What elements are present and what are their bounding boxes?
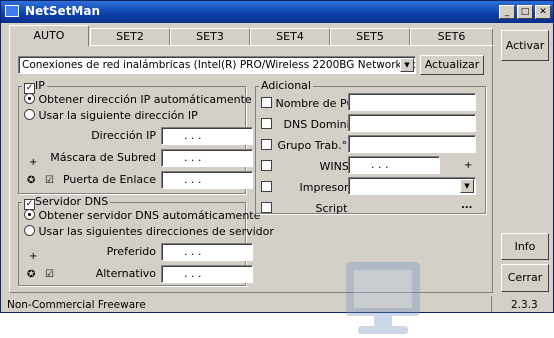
app-icon	[5, 5, 19, 17]
workgroup-input[interactable]	[348, 135, 476, 153]
dns-add-icon[interactable]: +	[29, 251, 37, 262]
chevron-down-icon[interactable]: ▼	[400, 58, 414, 72]
dns-legend-label: Servidor DNS	[35, 195, 109, 208]
script-label: Script	[315, 202, 348, 215]
dns-alternate-label: Alternativo	[95, 267, 156, 280]
gateway-input[interactable]: . . .	[161, 171, 253, 189]
printer-select[interactable]: ▼	[348, 177, 476, 195]
ip-legend: ✓ IP	[22, 79, 47, 94]
tab-set4[interactable]: SET4	[250, 28, 330, 45]
ip-manual-radio[interactable]	[24, 109, 35, 120]
tab-set5[interactable]: SET5	[330, 28, 410, 45]
pc-name-input[interactable]	[348, 93, 476, 111]
dns-preferred-dots: . . .	[184, 245, 202, 258]
workgroup-checkbox[interactable]	[261, 139, 272, 150]
gateway-dots: . . .	[184, 173, 202, 186]
dns-preferred-label: Preferido	[106, 245, 156, 258]
dns-manual-label: Usar las siguientes direcciones de servi…	[38, 225, 274, 238]
dns-manual-radio[interactable]	[24, 225, 35, 236]
title-bar[interactable]: NetSetMan _ □ ✕	[1, 1, 553, 23]
additional-group: Adicional Nombre de PC DNS Dominio Grupo…	[255, 79, 486, 215]
wins-option[interactable]: WINS	[261, 160, 349, 173]
dns-remove-icon[interactable]: ✪	[27, 269, 35, 280]
wins-checkbox[interactable]	[261, 160, 272, 171]
adapter-select[interactable]: Conexiones de red inalámbricas (Intel(R)…	[18, 56, 416, 74]
main-window: NetSetMan _ □ ✕ AUTO SET2 SET3 SET4 SET5…	[0, 0, 554, 334]
status-divider	[491, 296, 492, 312]
script-option[interactable]: Script	[261, 202, 347, 215]
subnet-mask-input[interactable]: . . .	[161, 149, 253, 167]
ip-auto-label: Obtener dirección IP automáticamente	[38, 93, 252, 106]
dns-domain-label: DNS Dominio	[283, 118, 357, 131]
printer-option[interactable]: Impresora	[261, 181, 355, 194]
gateway-label: Puerta de Enlace	[62, 173, 156, 186]
ip-auto-option[interactable]: Obtener dirección IP automáticamente	[24, 93, 252, 106]
ip-manual-option[interactable]: Usar la siguiente dirección IP	[24, 109, 198, 122]
ip-remove-icon[interactable]: ✪	[27, 175, 35, 186]
printer-label: Impresora	[299, 181, 356, 194]
wins-label: WINS	[319, 160, 349, 173]
pc-name-label: Nombre de PC	[275, 97, 355, 110]
tab-set6[interactable]: SET6	[410, 28, 493, 45]
dns-auto-radio[interactable]	[24, 209, 35, 220]
close-button[interactable]: Cerrar	[501, 264, 549, 292]
tab-set2[interactable]: SET2	[90, 28, 170, 45]
ip-auto-radio[interactable]	[24, 93, 35, 104]
dns-alternate-input[interactable]: . . .	[161, 265, 253, 283]
wins-dots: . . .	[371, 158, 389, 171]
ip-group: ✓ IP Obtener dirección IP automáticamente…	[18, 79, 253, 194]
dns-auto-label: Obtener servidor DNS automáticamente	[38, 209, 261, 222]
dns-manual-option[interactable]: Usar las siguientes direcciones de servi…	[24, 225, 274, 238]
refresh-button[interactable]: Actualizar	[420, 55, 484, 75]
ip-legend-label: IP	[35, 79, 45, 92]
adapter-value: Conexiones de red inalámbricas (Intel(R)…	[22, 59, 416, 71]
script-checkbox[interactable]	[261, 202, 272, 213]
printer-chevron-down-icon[interactable]: ▼	[460, 179, 474, 193]
tab-set3[interactable]: SET3	[170, 28, 250, 45]
info-button[interactable]: Info	[501, 233, 549, 260]
wins-add-icon[interactable]: +	[464, 160, 472, 171]
subnet-mask-dots: . . .	[184, 151, 202, 164]
dns-group: ✓ Servidor DNS Obtener servidor DNS autom…	[18, 195, 274, 286]
minimize-button[interactable]: _	[499, 5, 515, 19]
workgroup-option[interactable]: Grupo Trab.°	[261, 139, 347, 152]
script-browse-button[interactable]: ...	[461, 200, 472, 211]
activate-button[interactable]: Activar	[501, 30, 549, 61]
dns-apply-icon[interactable]: ☑	[45, 269, 54, 280]
wins-input[interactable]: . . .	[348, 156, 440, 174]
ip-address-dots: . . .	[184, 129, 202, 142]
window-title: NetSetMan	[25, 4, 101, 18]
settings-panel: Conexiones de red inalámbricas (Intel(R)…	[9, 45, 493, 334]
dns-domain-input[interactable]	[348, 114, 476, 132]
license-text: Non-Commercial Freeware	[7, 299, 146, 311]
additional-legend: Adicional	[259, 79, 313, 92]
dns-legend: ✓ Servidor DNS	[22, 195, 111, 210]
status-bar: Non-Commercial Freeware 2.3.3	[1, 296, 553, 313]
ip-manual-label: Usar la siguiente dirección IP	[38, 109, 198, 122]
dns-alternate-dots: . . .	[184, 267, 202, 280]
ip-add-icon[interactable]: +	[29, 157, 37, 168]
version-text: 2.3.3	[511, 299, 538, 311]
printer-checkbox[interactable]	[261, 181, 272, 192]
maximize-button[interactable]: □	[517, 5, 533, 19]
close-window-button[interactable]: ✕	[535, 5, 551, 19]
dns-domain-option[interactable]: DNS Dominio	[261, 118, 356, 131]
dns-auto-option[interactable]: Obtener servidor DNS automáticamente	[24, 209, 260, 222]
pc-name-checkbox[interactable]	[261, 97, 272, 108]
pc-name-option[interactable]: Nombre de PC	[261, 97, 354, 110]
dns-preferred-input[interactable]: . . .	[161, 243, 253, 261]
dns-domain-checkbox[interactable]	[261, 118, 272, 129]
ip-address-input[interactable]: . . .	[161, 127, 253, 145]
ip-address-label: Dirección IP	[91, 129, 156, 142]
ip-apply-icon[interactable]: ☑	[45, 175, 54, 186]
tab-auto[interactable]: AUTO	[9, 25, 89, 46]
workgroup-label: Grupo Trab.°	[277, 139, 348, 152]
subnet-mask-label: Máscara de Subred	[50, 151, 156, 164]
